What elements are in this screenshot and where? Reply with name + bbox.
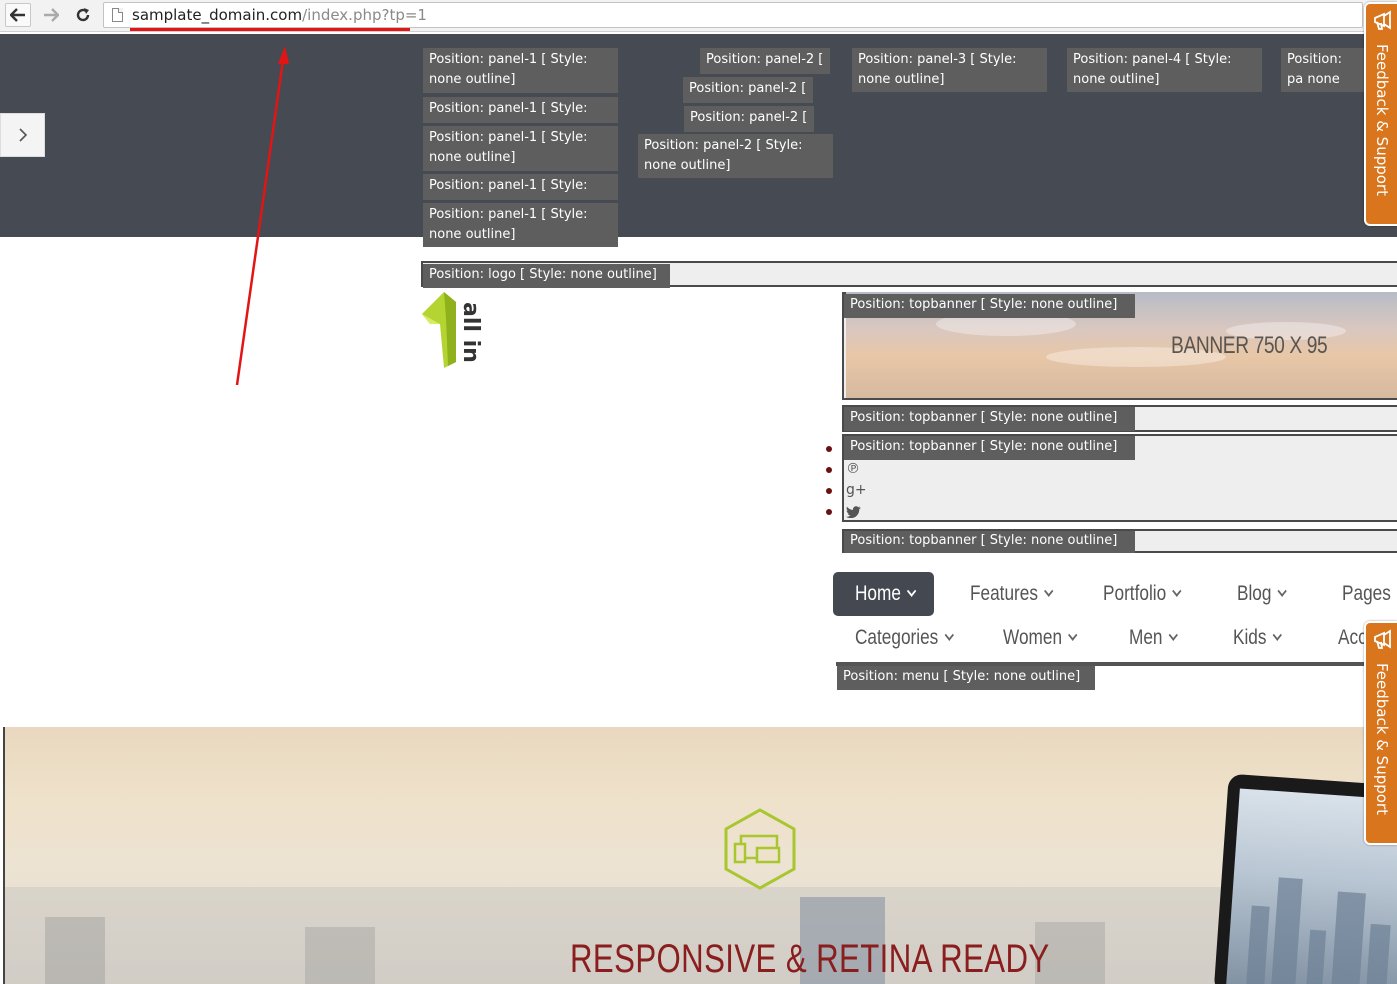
topbanner-position-label: Position: topbanner [ Style: none outlin…: [844, 407, 1135, 431]
side-panel-toggle[interactable]: [0, 113, 45, 157]
url-path: /index.php?tp=1: [302, 6, 427, 24]
chevron-down-icon: [1168, 629, 1178, 641]
social-item-google-plus[interactable]: g+: [826, 482, 867, 502]
banner-text: BANNER 750 X 95: [1170, 332, 1328, 359]
address-bar[interactable]: samplate_domain.com/index.php?tp=1: [103, 2, 1363, 28]
menu-label: Men: [1129, 626, 1163, 649]
menu-item-features[interactable]: Features: [970, 573, 1054, 615]
forward-button[interactable]: [38, 3, 64, 27]
topbanner-position-label: Position: topbanner [ Style: none outlin…: [844, 436, 1135, 460]
feedback-label: Feedback & Support: [1373, 44, 1391, 196]
arrow-right-icon: [44, 8, 59, 22]
panel-3-label: Position: panel-3 [ Style: none outline]: [852, 48, 1047, 92]
reload-icon: [76, 8, 90, 22]
topbanner-position-label: Position: topbanner [ Style: none outlin…: [844, 294, 1135, 318]
social-item: [826, 440, 866, 460]
topbanner-position-label: Position: topbanner [ Style: none outlin…: [844, 531, 1135, 553]
chevron-down-icon: [906, 585, 917, 597]
menu-item-women[interactable]: Women: [1003, 617, 1078, 659]
feedback-label: Feedback & Support: [1373, 663, 1391, 815]
panel-2-label: Position: panel-2 [: [683, 77, 813, 103]
panel-1-label: Position: panel-1 [ Style: none outline]: [423, 203, 618, 247]
menu-item-portfolio[interactable]: Portfolio: [1103, 573, 1182, 615]
site-logo[interactable]: all in: [418, 288, 498, 370]
hero-title: RESPONSIVE & RETINA READY: [570, 937, 1050, 981]
panel-1-label: Position: panel-1 [ Style:: [423, 97, 618, 123]
social-item-pinterest[interactable]: ℗: [826, 461, 866, 481]
panel-1-label: Position: panel-1 [ Style:: [423, 174, 618, 200]
url-text: samplate_domain.com/index.php?tp=1: [132, 6, 427, 24]
menu-label: Portfolio: [1103, 582, 1167, 605]
panel-4-label: Position: panel-4 [ Style: none outline]: [1067, 48, 1262, 92]
menu-label: Pages: [1342, 582, 1391, 605]
panel-1-label: Position: panel-1 [ Style: none outline]: [423, 126, 618, 171]
menu-item-men[interactable]: Men: [1129, 617, 1178, 659]
menu-item-blog[interactable]: Blog: [1237, 573, 1287, 615]
panel-2-label: Position: panel-2 [ Style: none outline]: [638, 134, 833, 178]
page-icon: [112, 8, 123, 22]
feedback-support-tab[interactable]: Feedback & Support: [1364, 2, 1397, 226]
chevron-down-icon: [1172, 585, 1182, 597]
responsive-devices-icon: [724, 808, 796, 890]
panel-5-label: Position: pa none outline: [1281, 48, 1366, 92]
menu-item-categories[interactable]: Categories: [855, 617, 954, 659]
chevron-down-icon: [944, 629, 954, 641]
megaphone-icon: [1374, 629, 1391, 649]
pinterest-icon[interactable]: ℗: [846, 461, 860, 477]
panel-2-label: Position: panel-2 [: [700, 48, 830, 74]
menu-label: Blog: [1237, 582, 1272, 605]
menu-item-home[interactable]: Home: [855, 573, 917, 615]
back-button[interactable]: [5, 3, 31, 27]
menu-item-accessories[interactable]: Acc: [1338, 617, 1367, 659]
feedback-support-tab[interactable]: Feedback & Support: [1364, 621, 1397, 845]
url-underline-annotation: [130, 28, 410, 31]
menu-item-kids[interactable]: Kids: [1233, 617, 1282, 659]
menu-label: Acc: [1338, 626, 1367, 649]
menu-item-pages[interactable]: Pages: [1342, 573, 1391, 615]
panel-2-label: Position: panel-2 [: [684, 106, 814, 132]
social-item-twitter[interactable]: [826, 503, 866, 523]
menu-label: Features: [970, 582, 1038, 605]
chevron-down-icon: [1068, 629, 1078, 641]
logo-position-label: Position: logo [ Style: none outline]: [423, 264, 670, 288]
chevron-right-icon: [18, 128, 27, 142]
menu-label: Home: [855, 582, 901, 605]
reload-button[interactable]: [70, 3, 96, 27]
menu-label: Women: [1003, 626, 1063, 649]
menu-label: Categories: [855, 626, 939, 649]
main-menu: Home Features Portfolio Blog Pages Categ…: [833, 572, 1397, 664]
menu-label: Kids: [1233, 626, 1267, 649]
chevron-down-icon: [1277, 585, 1287, 597]
url-domain: samplate_domain.com: [132, 6, 303, 24]
arrow-left-icon: [10, 8, 25, 22]
chevron-down-icon: [1272, 629, 1282, 641]
megaphone-icon: [1374, 10, 1391, 30]
panel-1-label: Position: panel-1 [ Style: none outline]: [423, 48, 618, 93]
logo-text: all in: [458, 302, 483, 363]
chevron-down-icon: [1043, 585, 1054, 597]
twitter-icon[interactable]: [846, 506, 861, 518]
google-plus-icon[interactable]: g+: [846, 482, 867, 498]
hero-slider: RESPONSIVE & RETINA READY: [3, 727, 1397, 984]
menu-position-label: Position: menu [ Style: none outline]: [837, 666, 1095, 690]
logo-icon: all in: [422, 292, 483, 368]
